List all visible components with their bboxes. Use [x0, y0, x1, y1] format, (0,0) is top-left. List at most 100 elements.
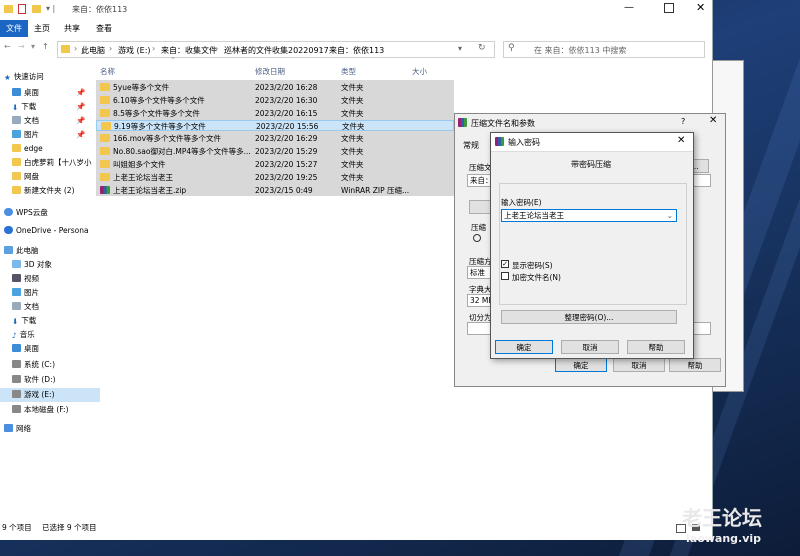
chevron-down-icon[interactable]: ⌄: [667, 210, 673, 222]
desktop-icon: [12, 344, 21, 352]
breadcrumb-collect[interactable]: 来自：收集文件: [161, 45, 217, 56]
maximize-icon[interactable]: [664, 3, 674, 13]
desktop-icon: [12, 88, 21, 96]
file-row[interactable]: 166.mov等多个文件等多个文件 2023/2/20 16:29 文件夹: [96, 133, 454, 144]
cube-icon: [12, 260, 21, 268]
tab-home[interactable]: 主页: [28, 20, 56, 37]
sidebar-item-desktop-pc[interactable]: 桌面: [0, 342, 100, 356]
sidebar-item-downloads[interactable]: ⬇ 下载 📌: [0, 100, 100, 114]
ok-button[interactable]: 确定: [555, 358, 607, 372]
sidebar-item-folder[interactable]: 白虎萝莉【十八岁小: [0, 156, 100, 170]
star-icon: ★: [4, 73, 11, 82]
help-button[interactable]: 帮助: [669, 358, 721, 372]
sidebar-item-drive-e[interactable]: 游戏 (E:): [0, 388, 100, 402]
properties-icon[interactable]: [18, 4, 26, 14]
navigation-pane: ★ 快速访问 桌面 📌 ⬇ 下载 📌 文档 📌 图片 📌 edge 白虎萝莉【十八岁小 网盘…: [0, 64, 100, 519]
folder-icon: [100, 109, 110, 117]
sidebar-item-pictures-pc[interactable]: 图片: [0, 286, 100, 300]
file-row[interactable]: No.80.sao御对白.MP4等多个文件等多... 2023/2/20 15:2…: [96, 146, 454, 157]
breadcrumb-ranger[interactable]: 巡林者的文件收集20220917: [224, 45, 329, 56]
address-bar[interactable]: › 此电脑 › 游戏 (E:) › 来自：收集文件 › 巡林者的文件收集2022…: [57, 41, 495, 58]
sidebar-item-downloads-pc[interactable]: ⬇ 下载: [0, 314, 100, 328]
search-icon: ⚲: [508, 43, 515, 53]
breadcrumb-this-pc[interactable]: 此电脑: [81, 45, 105, 56]
title-bar: ▾ | 来自：依依113 — ✕: [0, 0, 712, 21]
show-password-checkbox[interactable]: ✓: [501, 260, 509, 268]
column-header-name[interactable]: 名称: [100, 66, 115, 78]
help-mark-icon[interactable]: ?: [681, 117, 685, 126]
file-row[interactable]: 5yue等多个文件 2023/2/20 16:28 文件夹: [96, 82, 454, 93]
password-dialog-titlebar: 输入密码 ✕: [491, 133, 693, 152]
organize-passwords-button[interactable]: 整理密码(O)...: [501, 310, 677, 324]
pin-icon: 📌: [76, 116, 86, 125]
forward-icon[interactable]: →: [18, 42, 25, 51]
cloud-icon: [4, 208, 13, 216]
tab-file[interactable]: 文件: [0, 20, 28, 37]
quick-access-dropdown-icon[interactable]: ▾ |: [46, 4, 55, 13]
drive-icon: [12, 405, 21, 413]
new-folder-icon[interactable]: [32, 5, 41, 13]
encrypt-filenames-checkbox[interactable]: [501, 272, 509, 280]
column-header-type[interactable]: 类型: [341, 66, 356, 78]
sidebar-item-drive-c[interactable]: 系统 (C:): [0, 358, 100, 372]
cancel-button[interactable]: 取消: [613, 358, 665, 372]
chevron-down-icon[interactable]: ▾: [458, 44, 462, 53]
help-button[interactable]: 帮助: [627, 340, 685, 354]
folder-icon: [61, 45, 70, 53]
recent-locations-icon[interactable]: ▾: [31, 42, 35, 51]
sidebar-item-documents[interactable]: 文档 📌: [0, 114, 100, 128]
cancel-button[interactable]: 取消: [561, 340, 619, 354]
search-input[interactable]: ⚲ 在 来自：依依113 中搜索: [503, 41, 705, 58]
sidebar-item-documents-pc[interactable]: 文档: [0, 300, 100, 314]
back-icon[interactable]: ←: [4, 42, 11, 51]
tab-general[interactable]: 常规: [463, 140, 479, 151]
password-input[interactable]: 上老王论坛当老王 ⌄: [501, 209, 677, 222]
sidebar-item-onedrive[interactable]: OneDrive - Persona: [0, 224, 92, 238]
sidebar-item-new-folder[interactable]: 新建文件夹 (2): [0, 184, 100, 198]
sidebar-item-quick-access[interactable]: ★ 快速访问: [0, 70, 92, 84]
file-row[interactable]: 上老王论坛当老王 2023/2/20 19:25 文件夹: [96, 172, 454, 183]
search-placeholder: 在 来自：依依113 中搜索: [534, 46, 627, 55]
close-icon[interactable]: ✕: [677, 135, 685, 146]
breadcrumb-drive-e[interactable]: 游戏 (E:): [118, 45, 151, 56]
file-row[interactable]: 6.10等多个文件等多个文件 2023/2/20 16:30 文件夹: [96, 95, 454, 106]
download-icon: ⬇: [12, 317, 19, 326]
file-row[interactable]: 上老王论坛当老王.zip 2023/2/15 0:49 WinRAR ZIP 压缩.…: [96, 185, 454, 196]
sidebar-item-netdisk[interactable]: 网盘: [0, 170, 100, 184]
file-row-focused[interactable]: 9.19等多个文件等多个文件 2023/2/20 15:56 文件夹: [96, 120, 454, 131]
sidebar-item-pictures[interactable]: 图片 📌: [0, 128, 100, 142]
sidebar-item-music[interactable]: ♪ 音乐: [0, 328, 100, 342]
sidebar-item-edge[interactable]: edge: [0, 142, 100, 156]
file-row[interactable]: 8.5等多个文件等多个文件 2023/2/20 16:15 文件夹: [96, 108, 454, 119]
ok-button[interactable]: 确定: [495, 340, 553, 354]
folder-icon: [12, 172, 21, 180]
password-label: 输入密码(E): [501, 198, 542, 207]
sidebar-item-desktop[interactable]: 桌面 📌: [0, 86, 100, 100]
tab-share[interactable]: 共享: [58, 20, 86, 37]
up-icon[interactable]: ↑: [42, 42, 49, 51]
close-icon[interactable]: ✕: [709, 115, 717, 126]
folder-icon: [101, 122, 111, 130]
folder-icon: [100, 160, 110, 168]
sidebar-item-3d-objects[interactable]: 3D 对象: [0, 258, 100, 272]
column-header-date[interactable]: 修改日期: [255, 66, 285, 78]
password-dialog-title: 输入密码: [508, 138, 540, 147]
minimize-icon[interactable]: —: [624, 2, 634, 13]
encrypt-filenames-label: 加密文件名(N): [512, 273, 561, 282]
watermark-title: 老王论坛: [682, 506, 762, 530]
close-icon[interactable]: ✕: [696, 1, 705, 14]
tab-view[interactable]: 查看: [90, 20, 118, 37]
file-row[interactable]: 叫姐姐多个文件 2023/2/20 15:27 文件夹: [96, 159, 454, 170]
format-label: 压缩: [471, 223, 486, 232]
sidebar-item-wps-cloud[interactable]: WPS云盘: [0, 206, 92, 220]
sidebar-item-videos[interactable]: 视频: [0, 272, 100, 286]
column-header-size[interactable]: 大小: [412, 66, 427, 78]
sidebar-item-drive-d[interactable]: 软件 (D:): [0, 373, 100, 387]
sidebar-item-drive-f[interactable]: 本地磁盘 (F:): [0, 403, 100, 417]
sidebar-item-network[interactable]: 网络: [0, 422, 92, 436]
breadcrumb-current[interactable]: 来自：依依113: [329, 45, 384, 56]
refresh-icon[interactable]: ↻: [478, 43, 486, 53]
sidebar-item-this-pc[interactable]: 此电脑: [0, 244, 92, 258]
format-radio[interactable]: [473, 234, 481, 242]
document-icon: [12, 116, 21, 124]
